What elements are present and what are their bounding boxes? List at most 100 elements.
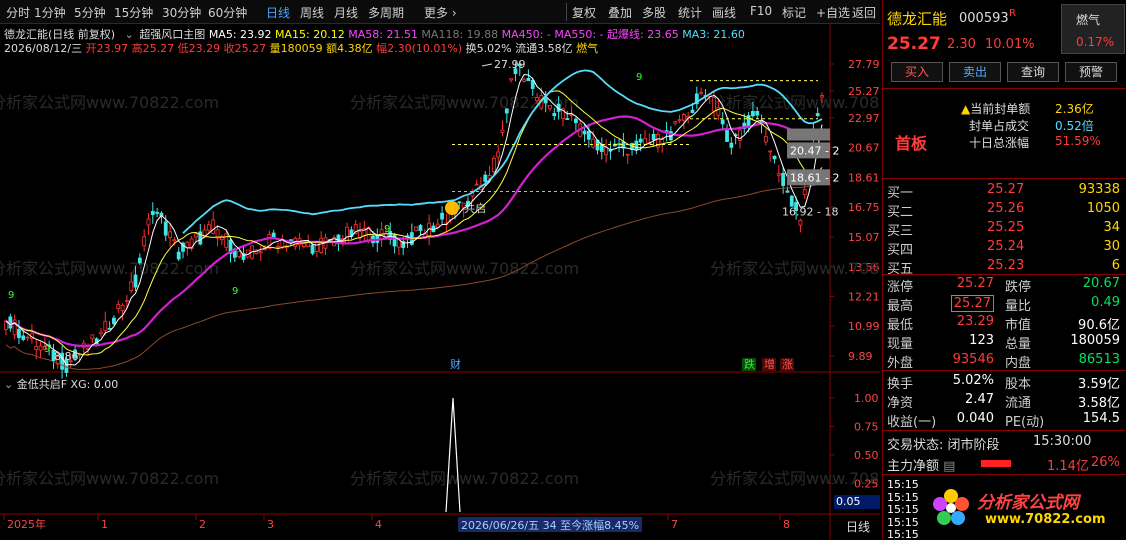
candle-body: [150, 210, 155, 215]
chevron-down-icon[interactable]: ⌄: [4, 378, 13, 391]
alert-button[interactable]: 预警: [1065, 62, 1117, 82]
marker-zeng: 增: [764, 357, 775, 371]
sector-box[interactable]: 燃气 0.17%: [1061, 4, 1125, 54]
tab-fenshi[interactable]: 分时: [6, 4, 30, 21]
bell-icon: ▲: [961, 102, 971, 116]
bar-close: 收25.27: [223, 42, 267, 55]
seal-ratio-label: 封单占成交: [969, 119, 1030, 133]
tab-1min[interactable]: 1分钟: [34, 4, 66, 21]
ma-legend-item: MA3: 21.60: [678, 28, 745, 41]
tab-daily[interactable]: 日线: [266, 4, 290, 21]
candle-body: [543, 98, 548, 104]
stat-value: 154.5: [1082, 411, 1120, 426]
stat-value: 93546: [952, 352, 994, 367]
tab-60min[interactable]: 60分钟: [208, 4, 247, 21]
tab-15min[interactable]: 15分钟: [114, 4, 153, 21]
candle-body: [129, 281, 134, 291]
candle-body: [133, 274, 138, 288]
tab-5min[interactable]: 5分钟: [74, 4, 106, 21]
main-net-pct: 26%: [1091, 455, 1120, 470]
sell-button[interactable]: 卖出: [949, 62, 1001, 82]
query-button[interactable]: 查询: [1007, 62, 1059, 82]
main-net-value: 1.14亿: [1047, 459, 1089, 474]
bid-price: 25.26: [987, 201, 1025, 216]
cursor-date-box: 2026/06/26/五 34 至今涨幅8.45%: [458, 517, 643, 532]
bid-volume: 30: [1103, 239, 1120, 254]
ma15-line: [5, 90, 823, 356]
high-price-label: 27.99: [494, 58, 526, 71]
last-price: 25.27: [887, 34, 941, 54]
sub-indicator-xg: XG: 0.00: [70, 378, 119, 391]
price-box-label: 18.61 - 2: [790, 171, 839, 184]
stat-value: 20.67: [1082, 276, 1120, 291]
bar-high: 高25.27: [131, 42, 175, 55]
back-button[interactable]: 返回: [852, 4, 876, 21]
multi-stock-button[interactable]: 多股: [642, 4, 666, 21]
kline-chart[interactable]: 27.7925.2722.9720.6718.6116.7515.0713.56…: [0, 24, 880, 540]
overlay-button[interactable]: 叠加: [608, 4, 632, 21]
stat-value: 25.27: [956, 276, 994, 291]
watermark: 分析家公式网www.70822.com: [350, 259, 579, 278]
candle-body: [798, 219, 803, 226]
marker-zhang: 涨: [782, 358, 793, 371]
y-tick-label: 15.07: [848, 231, 880, 244]
candle-body: [625, 153, 630, 156]
list-icon[interactable]: ▤: [943, 459, 955, 474]
tab-monthly[interactable]: 月线: [334, 4, 358, 21]
tab-30min[interactable]: 30分钟: [162, 4, 201, 21]
first-board-label: 首板: [895, 134, 928, 153]
trade-time: 15:30:00: [1033, 434, 1092, 449]
candle-body: [768, 150, 773, 153]
sub-y-tick-label: 0.25: [854, 478, 879, 491]
chevron-right-icon: ›: [448, 6, 457, 20]
candle-body: [690, 109, 695, 113]
bid-volume: 34: [1103, 220, 1120, 235]
bid-label: 买五: [887, 262, 914, 277]
candle-body: [763, 136, 768, 143]
tab-more[interactable]: 更多 ›: [424, 4, 457, 21]
candle-body: [112, 317, 116, 325]
candle-body: [271, 232, 276, 238]
nine-marker: 9: [232, 286, 238, 297]
candle-body: [99, 331, 103, 335]
candle-body: [142, 236, 147, 247]
nine-marker: 9: [636, 72, 642, 83]
f10-button[interactable]: F10: [750, 4, 772, 18]
stat-label: 量比: [1005, 299, 1032, 314]
ma58-line: [5, 115, 823, 348]
stats-button[interactable]: 统计: [678, 4, 702, 21]
candle-body: [124, 300, 129, 302]
stat-value: 5.02%: [952, 373, 994, 388]
divider: [883, 474, 1126, 475]
period-label: 日线: [846, 520, 871, 534]
bid-volume: 93338: [1078, 182, 1120, 197]
price-box: [787, 128, 830, 141]
bid-volume: 1050: [1086, 201, 1120, 216]
draw-line-button[interactable]: 画线: [712, 4, 736, 21]
candle-body: [392, 234, 397, 247]
candle-body: [207, 224, 211, 231]
tick-time: 15:15: [887, 515, 919, 529]
candle-body: [509, 78, 514, 81]
candle-body: [802, 189, 807, 195]
chart-area[interactable]: 27.79 25.27 22.97 20.67 18.61 16.75 15.07 13.56…: [0, 24, 880, 540]
main-net-bar: [981, 460, 1011, 467]
y-tick-label: 18.61: [848, 171, 880, 184]
stat-value: 25.27: [950, 295, 994, 312]
stat-label: PE(动): [1005, 415, 1045, 430]
mark-button[interactable]: 标记: [782, 4, 806, 21]
candle-body: [224, 233, 229, 248]
stat-label: 换手: [887, 377, 914, 392]
fuquan-button[interactable]: 复权: [572, 4, 596, 21]
nine-marker: 9: [44, 344, 50, 355]
candle-body: [418, 225, 423, 231]
tab-multi-period[interactable]: 多周期: [368, 4, 404, 21]
bar-range: 幅2.30(10.01%): [376, 42, 463, 55]
candle-body: [604, 147, 609, 156]
candle-body: [772, 155, 777, 160]
bid-label: 买三: [887, 224, 914, 239]
add-watchlist-button[interactable]: +自选: [816, 4, 850, 21]
sub-indicator-title[interactable]: 金低共启F: [17, 378, 67, 391]
tab-weekly[interactable]: 周线: [300, 4, 324, 21]
buy-button[interactable]: 买入: [891, 62, 943, 82]
